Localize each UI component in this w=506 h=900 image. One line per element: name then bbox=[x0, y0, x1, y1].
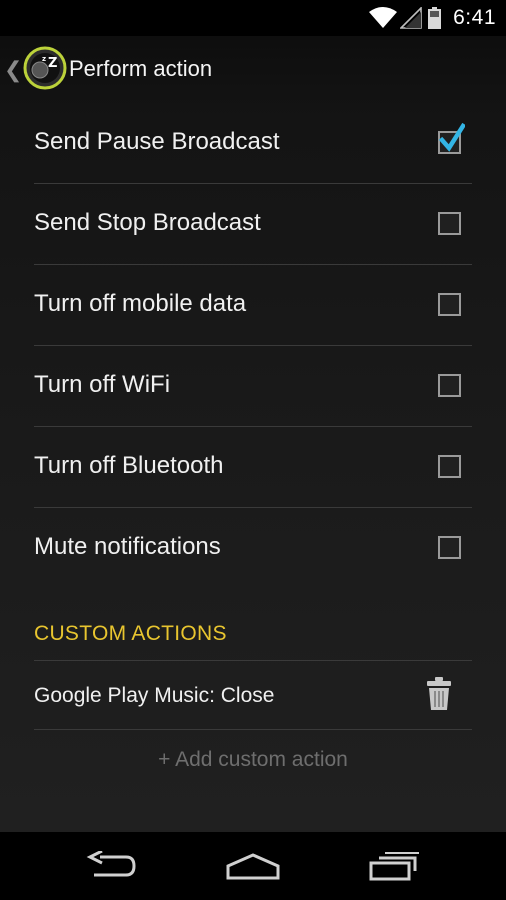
action-label: Turn off WiFi bbox=[34, 371, 171, 398]
checkmark-icon bbox=[439, 123, 465, 152]
wifi-icon bbox=[369, 7, 398, 29]
action-row-send-pause-broadcast[interactable]: Send Pause Broadcast bbox=[34, 103, 472, 184]
action-row-turn-off-mobile-data[interactable]: Turn off mobile data bbox=[34, 265, 472, 346]
action-list: Send Pause Broadcast Send Stop Broadcast… bbox=[34, 103, 472, 588]
svg-text:z: z bbox=[42, 55, 46, 63]
add-custom-action-button[interactable]: + Add custom action bbox=[0, 748, 506, 772]
action-row-turn-off-wifi[interactable]: Turn off WiFi bbox=[34, 346, 472, 427]
screen: 6:41 ❮ Z z Perform action Send Pause Bro… bbox=[0, 0, 506, 900]
custom-action-row[interactable]: Google Play Music: Close bbox=[34, 661, 472, 730]
section-header-custom-actions: CUSTOM ACTIONS bbox=[34, 622, 227, 645]
home-icon bbox=[226, 853, 280, 880]
signal-icon bbox=[400, 7, 422, 29]
action-label: Turn off mobile data bbox=[34, 290, 247, 317]
action-row-turn-off-bluetooth[interactable]: Turn off Bluetooth bbox=[34, 427, 472, 508]
checkbox[interactable] bbox=[438, 374, 461, 397]
checkbox[interactable] bbox=[438, 455, 461, 478]
trash-icon[interactable] bbox=[426, 677, 452, 711]
action-label: Turn off Bluetooth bbox=[34, 452, 224, 479]
action-label: Send Stop Broadcast bbox=[34, 209, 261, 236]
action-row-send-stop-broadcast[interactable]: Send Stop Broadcast bbox=[34, 184, 472, 265]
checkbox[interactable] bbox=[438, 212, 461, 235]
page-title: Perform action bbox=[69, 56, 213, 81]
navigation-bar bbox=[0, 832, 506, 900]
status-bar: 6:41 bbox=[0, 0, 506, 36]
checkbox-checked[interactable] bbox=[438, 123, 465, 154]
recents-icon bbox=[369, 852, 419, 881]
action-label: Send Pause Broadcast bbox=[34, 128, 280, 155]
action-label: Mute notifications bbox=[34, 533, 221, 560]
nav-home-button[interactable] bbox=[213, 846, 293, 886]
app-logo-icon: Z z bbox=[23, 46, 67, 95]
status-icons: 6:41 bbox=[369, 5, 496, 31]
battery-icon bbox=[428, 7, 442, 29]
action-bar: ❮ Z z Perform action bbox=[0, 36, 506, 104]
nav-recents-button[interactable] bbox=[355, 846, 435, 886]
status-time: 6:41 bbox=[453, 6, 496, 29]
checkbox[interactable] bbox=[438, 536, 461, 559]
back-caret-icon: ❮ bbox=[4, 57, 23, 82]
custom-action-label: Google Play Music: Close bbox=[34, 684, 275, 707]
checkbox[interactable] bbox=[438, 293, 461, 316]
up-navigation-button[interactable]: ❮ Z z bbox=[4, 46, 67, 95]
back-icon bbox=[86, 851, 136, 877]
action-row-mute-notifications[interactable]: Mute notifications bbox=[34, 508, 472, 588]
nav-back-button[interactable] bbox=[72, 846, 152, 886]
svg-text:Z: Z bbox=[48, 56, 57, 71]
